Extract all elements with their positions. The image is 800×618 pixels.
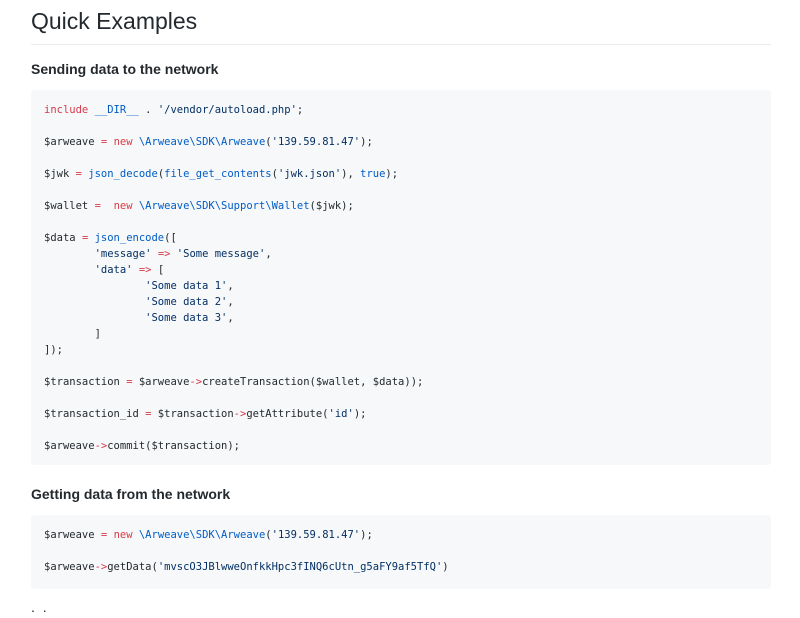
code-token: include	[44, 104, 89, 116]
code-line: 'Some data 2',	[44, 294, 758, 310]
code-token: =>	[157, 248, 171, 260]
code-token: 'Some data 3'	[145, 312, 228, 324]
code-token: json_decode	[88, 168, 158, 180]
code-token: $arweave	[44, 136, 101, 148]
code-line: $arweave->getData('mvscO3JBlwweOnfkkHpc3…	[44, 559, 758, 575]
code-line: $transaction = $arweave->createTransacti…	[44, 374, 758, 390]
code-token: $arweave	[132, 376, 190, 388]
section-heading-getting: Getting data from the network	[31, 486, 231, 502]
code-token: ->	[94, 561, 108, 573]
code-token: $arweave	[44, 561, 95, 573]
code-token: ),	[341, 168, 361, 180]
code-token: ]);	[44, 344, 63, 356]
code-token: createTransaction($wallet, $data));	[202, 376, 424, 388]
code-line: 'Some data 3',	[44, 310, 758, 326]
code-token: );	[360, 136, 373, 148]
code-token: 'jwk.json'	[277, 168, 342, 180]
code-line: $jwk = json_decode(file_get_contents('jw…	[44, 166, 758, 182]
code-token: json_encode	[94, 232, 165, 244]
code-token: new	[113, 529, 133, 541]
code-token: getAttribute(	[246, 408, 329, 420]
code-line: $wallet = new \Arweave\SDK\Support\Walle…	[44, 198, 758, 214]
code-line: $transaction_id = $transaction->getAttri…	[44, 406, 758, 422]
code-line: ]	[44, 326, 758, 342]
code-line: $arweave = new \Arweave\SDK\Arweave('139…	[44, 527, 758, 543]
code-token: \Arweave\SDK\Arweave	[138, 529, 266, 541]
code-block-sending[interactable]: include __DIR__ . '/vendor/autoload.php'…	[31, 90, 771, 465]
code-token: $transaction_id	[44, 408, 146, 420]
code-token: ->	[94, 440, 108, 452]
code-token: '139.59.81.47'	[271, 529, 361, 541]
code-token: $wallet	[44, 200, 95, 212]
code-line: include __DIR__ . '/vendor/autoload.php'…	[44, 102, 758, 118]
code-token: );	[353, 408, 367, 420]
code-token: $arweave	[44, 440, 95, 452]
code-token: ]	[44, 328, 101, 340]
code-token: file_get_contents	[164, 168, 272, 180]
code-line: $data = json_encode([	[44, 230, 758, 246]
code-token: commit($transaction);	[107, 440, 240, 452]
code-token: ,	[227, 312, 234, 324]
code-block-getting[interactable]: $arweave = new \Arweave\SDK\Arweave('139…	[31, 515, 771, 589]
code-token: ($jwk);	[309, 200, 354, 212]
code-token: $data	[44, 232, 82, 244]
code-token: \Arweave\SDK\Arweave	[138, 136, 266, 148]
code-token: ;	[296, 104, 304, 116]
code-token: __DIR__	[94, 104, 139, 116]
code-token: ,	[227, 296, 234, 308]
code-token: ,	[227, 280, 234, 292]
code-token: $arweave	[44, 529, 101, 541]
code-line: 'data' => [	[44, 262, 758, 278]
code-token: getData(	[107, 561, 158, 573]
code-token: 'message'	[94, 248, 152, 260]
code-token: $transaction	[44, 376, 127, 388]
code-line: 'message' => 'Some message',	[44, 246, 758, 262]
code-token: true	[360, 168, 386, 180]
code-token: );	[385, 168, 399, 180]
code-token: new	[113, 200, 133, 212]
code-token: 'id'	[328, 408, 354, 420]
code-token: $jwk	[44, 168, 76, 180]
code-line: ]);	[44, 342, 758, 358]
code-token: '139.59.81.47'	[271, 136, 361, 148]
code-token: 'mvscO3JBlwweOnfkkHpc3fINQ6cUtn_g5aFY9af…	[157, 561, 443, 573]
section-heading-sending: Sending data to the network	[31, 61, 219, 77]
code-line: $arweave->commit($transaction);	[44, 438, 758, 454]
page-title: Quick Examples	[31, 6, 771, 45]
code-token: \Arweave\SDK\Support\Wallet	[138, 200, 310, 212]
code-token: );	[360, 529, 373, 541]
code-token: new	[113, 136, 133, 148]
code-token: [	[151, 264, 165, 276]
code-token: ->	[189, 376, 203, 388]
code-token: 'Some data 1'	[145, 280, 228, 292]
code-token: ([	[164, 232, 177, 244]
continuation-text: . .	[31, 599, 49, 615]
code-token: 'Some message'	[176, 248, 266, 260]
code-token: =>	[138, 264, 152, 276]
code-token: 'data'	[94, 264, 133, 276]
code-line: 'Some data 1',	[44, 278, 758, 294]
code-token: )	[442, 561, 449, 573]
code-token: .	[138, 104, 158, 116]
code-token: ,	[265, 248, 272, 260]
code-token: 'Some data 2'	[145, 296, 228, 308]
code-line: $arweave = new \Arweave\SDK\Arweave('139…	[44, 134, 758, 150]
code-token: '/vendor/autoload.php'	[157, 104, 297, 116]
code-token: $transaction	[151, 408, 234, 420]
code-token: ->	[233, 408, 247, 420]
